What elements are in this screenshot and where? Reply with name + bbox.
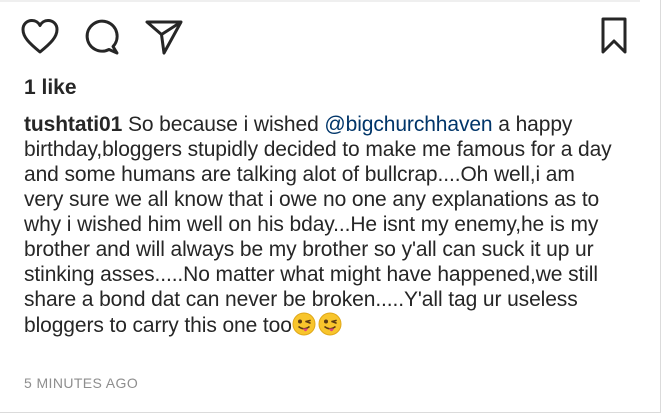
mention-link[interactable]: @bigchurchhaven: [324, 113, 492, 136]
winking-face-with-tongue-icon: [318, 312, 342, 336]
caption-text-rest: a happy birthday,bloggers stupidly decid…: [24, 113, 612, 337]
winking-face-with-tongue-icon: [292, 312, 316, 336]
username-link[interactable]: tushtati01: [24, 113, 122, 136]
comment-icon[interactable]: [82, 18, 122, 56]
caption-text-start: So because i wished: [127, 113, 319, 136]
post-timestamp[interactable]: 5 MINUTES AGO: [24, 375, 138, 391]
caption: tushtati01 So because i wished @bigchurc…: [24, 112, 614, 338]
bookmark-icon[interactable]: [598, 16, 630, 56]
like-count[interactable]: 1 like: [24, 76, 77, 100]
heart-icon[interactable]: [20, 18, 60, 56]
post-panel: 1 like tushtati01 So because i wished @b…: [0, 0, 661, 413]
paper-plane-icon[interactable]: [144, 18, 184, 56]
action-bar: [20, 16, 632, 58]
divider: [0, 0, 640, 2]
